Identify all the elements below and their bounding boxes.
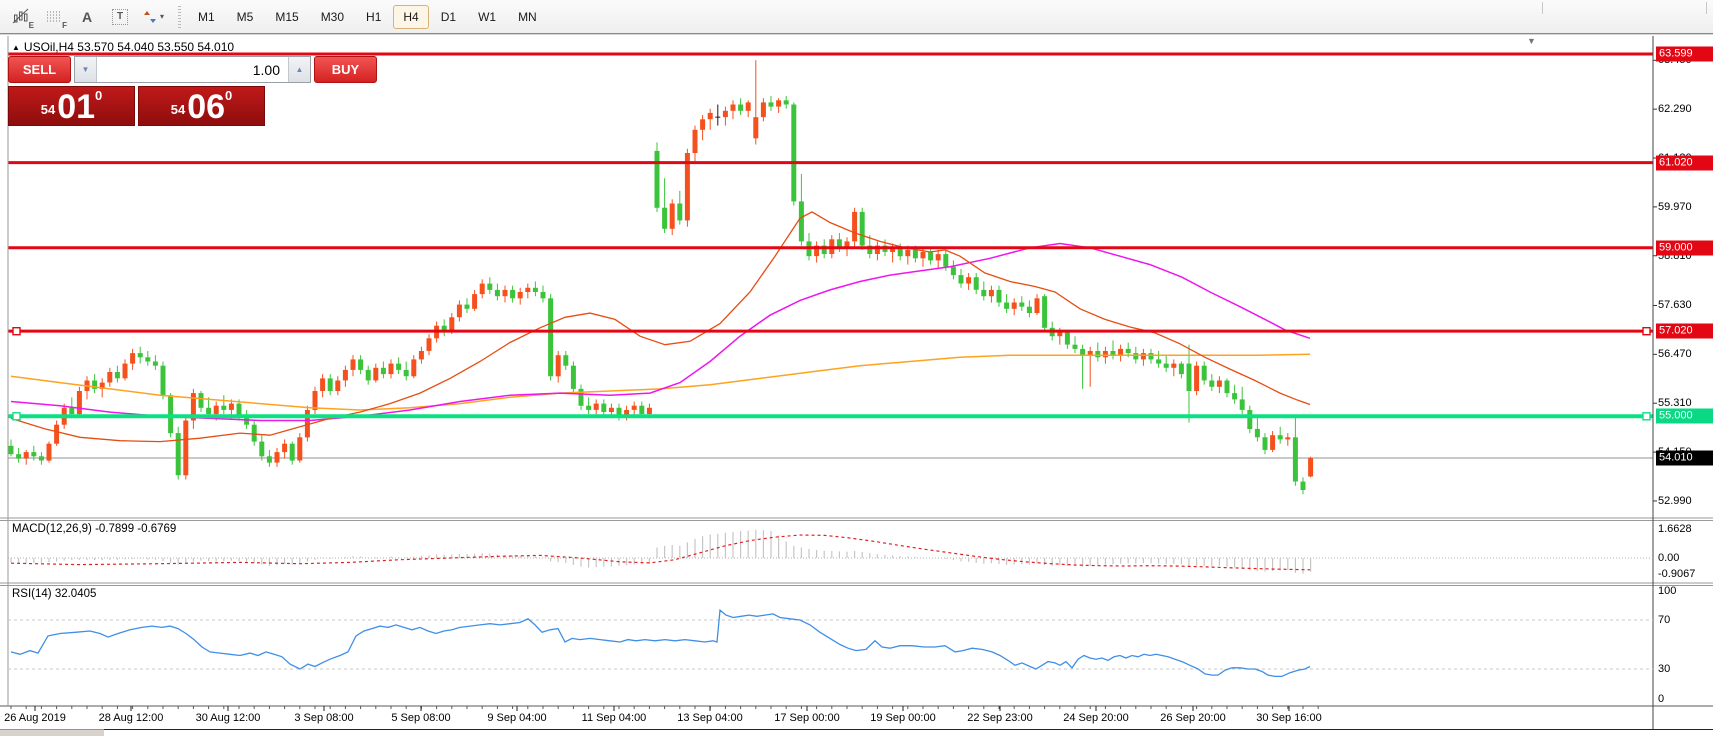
volume-increase-button[interactable]: ▲	[288, 57, 310, 82]
volume-decrease-button[interactable]: ▼	[75, 57, 97, 82]
sell-price-display[interactable]: 54 01 0	[8, 86, 135, 126]
volume-input[interactable]	[97, 57, 288, 82]
chart-title: ▲ USOil,H4 53.570 54.040 53.550 54.010	[12, 40, 234, 54]
bid-price-prefix: 54	[41, 102, 55, 117]
symbol-marker-icon: ▲	[12, 43, 20, 52]
one-click-trading-panel: SELL ▼ ▲ BUY 54 01 0 54 06 0	[8, 56, 265, 126]
bid-price-main: 01	[57, 94, 95, 120]
ask-price-main: 06	[187, 94, 225, 120]
chart-title-text: USOil,H4 53.570 54.040 53.550 54.010	[24, 40, 234, 54]
chart-shift-marker-icon[interactable]: ▼	[1527, 36, 1536, 46]
buy-button[interactable]: BUY	[314, 56, 377, 83]
bid-price-sup: 0	[95, 88, 102, 103]
sell-button[interactable]: SELL	[8, 56, 71, 83]
ask-price-prefix: 54	[171, 102, 185, 117]
volume-stepper: ▼ ▲	[74, 56, 311, 83]
ask-price-sup: 0	[225, 88, 232, 103]
buy-price-display[interactable]: 54 06 0	[138, 86, 265, 126]
macd-indicator-label: MACD(12,26,9) -0.7899 -0.6769	[12, 523, 176, 535]
rsi-indicator-label: RSI(14) 32.0405	[12, 588, 96, 600]
